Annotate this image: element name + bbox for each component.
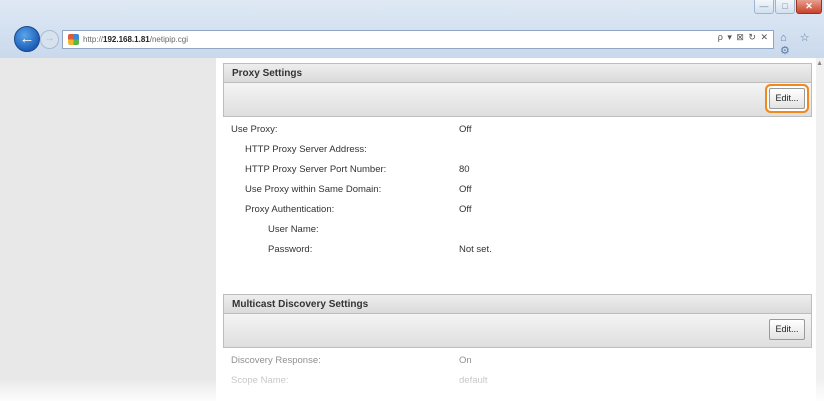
window-controls: — □ ✕: [754, 0, 822, 20]
setting-label: Password:: [268, 244, 313, 255]
address-bar[interactable]: http://192.168.1.81/netipip.cgi ρ ▾ ⊠ ↻ …: [62, 30, 774, 49]
browser-chrome: — □ ✕ ← → http://192.168.1.81/netipip.cg…: [0, 0, 824, 58]
forward-button[interactable]: →: [40, 30, 59, 49]
setting-label: Proxy Authentication:: [245, 204, 335, 215]
url-text[interactable]: http://192.168.1.81/netipip.cgi: [83, 35, 188, 44]
url-host: 192.168.1.81: [103, 35, 150, 44]
setting-label: HTTP Proxy Server Port Number:: [245, 164, 387, 175]
setting-value: On: [459, 355, 472, 366]
setting-label: Use Proxy:: [231, 124, 278, 135]
setting-label: HTTP Proxy Server Address:: [245, 144, 367, 155]
url-prefix: http://: [83, 35, 104, 44]
address-bar-tools[interactable]: ρ ▾ ⊠ ↻ ✕: [718, 32, 769, 43]
browser-toolbar-icons[interactable]: ⌂ ☆ ⚙: [780, 31, 824, 57]
multicast-discovery-section: Multicast Discovery Settings Edit...: [223, 294, 812, 348]
setting-value: Off: [459, 124, 472, 135]
close-icon: ✕: [805, 1, 813, 11]
multicast-discovery-toolbar: Edit...: [223, 314, 812, 348]
url-path: /netipip.cgi: [149, 35, 188, 44]
bottom-fade-overlay: [0, 378, 824, 401]
main-content: Proxy Settings Edit... Use Proxy: Off HT…: [216, 58, 816, 401]
setting-value: Not set.: [459, 244, 492, 255]
multicast-discovery-header: Multicast Discovery Settings: [223, 294, 812, 314]
proxy-settings-header: Proxy Settings: [223, 63, 812, 83]
maximize-button[interactable]: □: [775, 0, 795, 14]
setting-label: Discovery Response:: [231, 355, 321, 366]
maximize-icon: □: [782, 1, 788, 11]
close-button[interactable]: ✕: [796, 0, 822, 14]
back-arrow-icon: ←: [19, 30, 35, 47]
setting-value: 80: [459, 164, 470, 175]
back-button[interactable]: ←: [14, 26, 40, 52]
sidebar: [0, 58, 216, 401]
setting-value: Off: [459, 204, 472, 215]
setting-label: Use Proxy within Same Domain:: [245, 184, 382, 195]
forward-arrow-icon: →: [44, 33, 55, 44]
site-favicon-icon: [68, 34, 79, 45]
vertical-scrollbar[interactable]: ▲: [816, 58, 824, 401]
minimize-button[interactable]: —: [754, 0, 774, 14]
proxy-edit-button[interactable]: Edit...: [769, 88, 805, 109]
proxy-settings-section: Proxy Settings Edit...: [223, 63, 812, 117]
minimize-icon: —: [759, 1, 769, 11]
page-viewport: Proxy Settings Edit... Use Proxy: Off HT…: [0, 58, 824, 401]
setting-value: Off: [459, 184, 472, 195]
proxy-settings-toolbar: Edit...: [223, 83, 812, 117]
scroll-up-icon[interactable]: ▲: [816, 60, 823, 67]
setting-label: User Name:: [268, 224, 319, 235]
multicast-edit-button[interactable]: Edit...: [769, 319, 805, 340]
